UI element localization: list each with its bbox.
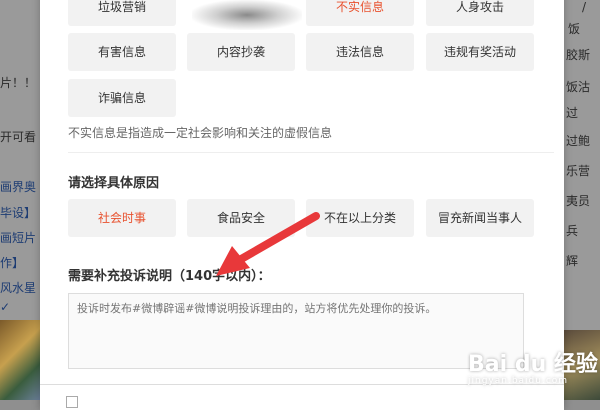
annotation-arrow-icon xyxy=(216,212,320,276)
watermark-sub: jingyan.baidu.com xyxy=(468,376,569,386)
watermark-text: Bai du 经验 xyxy=(468,352,598,377)
baidu-jingyan-watermark: Bai du 经验 jingyan.baidu.com xyxy=(468,346,598,386)
